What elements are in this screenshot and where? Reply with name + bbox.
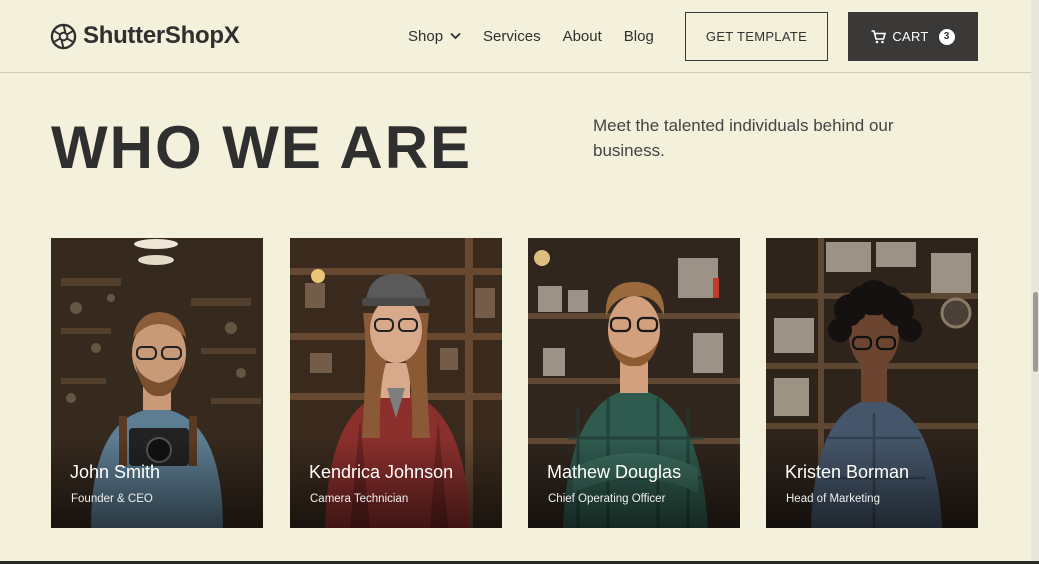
site-logo[interactable]: ShutterShopX [50, 22, 240, 50]
nav-shop-label: Shop [408, 27, 444, 45]
nav-blog-label: Blog [623, 27, 654, 45]
member-role: Founder & CEO [71, 493, 153, 505]
aperture-icon [50, 23, 77, 49]
team-card[interactable]: Kendrica Johnson Camera Technician [290, 238, 502, 528]
member-name: Kendrica Johnson [309, 462, 454, 482]
member-role: Head of Marketing [786, 493, 880, 505]
site-header: ShutterShopX Shop Services About Blog GE… [0, 0, 1031, 73]
cart-button[interactable]: CART 3 [848, 12, 978, 61]
team-card[interactable]: John Smith Founder & CEO [51, 238, 263, 528]
main-nav: Shop Services About Blog [408, 26, 654, 46]
nav-services-label: Services [483, 27, 541, 45]
nav-about-label: About [562, 27, 602, 45]
nav-blog[interactable]: Blog [624, 28, 654, 45]
card-overlay [290, 438, 502, 528]
page-title: WHO WE ARE [51, 114, 473, 181]
cart-icon [871, 29, 887, 43]
member-name: Kristen Borman [785, 462, 910, 482]
cart-count-badge: 3 [938, 28, 955, 45]
cart-label: CART [892, 29, 929, 44]
member-name: John Smith [70, 462, 161, 482]
member-role: Chief Operating Officer [548, 493, 666, 505]
team-card[interactable]: Kristen Borman Head of Marketing [766, 238, 978, 528]
page: ShutterShopX Shop Services About Blog GE… [0, 0, 1031, 561]
nav-about[interactable]: About [563, 28, 602, 45]
member-role: Camera Technician [310, 493, 409, 505]
card-overlay [528, 438, 740, 528]
logo-text: ShutterShopX [83, 22, 240, 49]
member-name: Mathew Douglas [547, 462, 682, 482]
scrollbar-thumb[interactable] [1033, 292, 1038, 372]
card-overlay [51, 438, 263, 528]
card-overlay [766, 438, 978, 528]
nav-services[interactable]: Services [483, 28, 541, 45]
scrollbar-track[interactable] [1031, 0, 1039, 564]
get-template-button[interactable]: GET TEMPLATE [685, 12, 828, 61]
team-card[interactable]: Mathew Douglas Chief Operating Officer [528, 238, 740, 528]
chevron-down-icon [450, 32, 461, 40]
nav-shop[interactable]: Shop [408, 28, 461, 45]
hero-description: Meet the talented individuals behind our… [593, 116, 894, 160]
